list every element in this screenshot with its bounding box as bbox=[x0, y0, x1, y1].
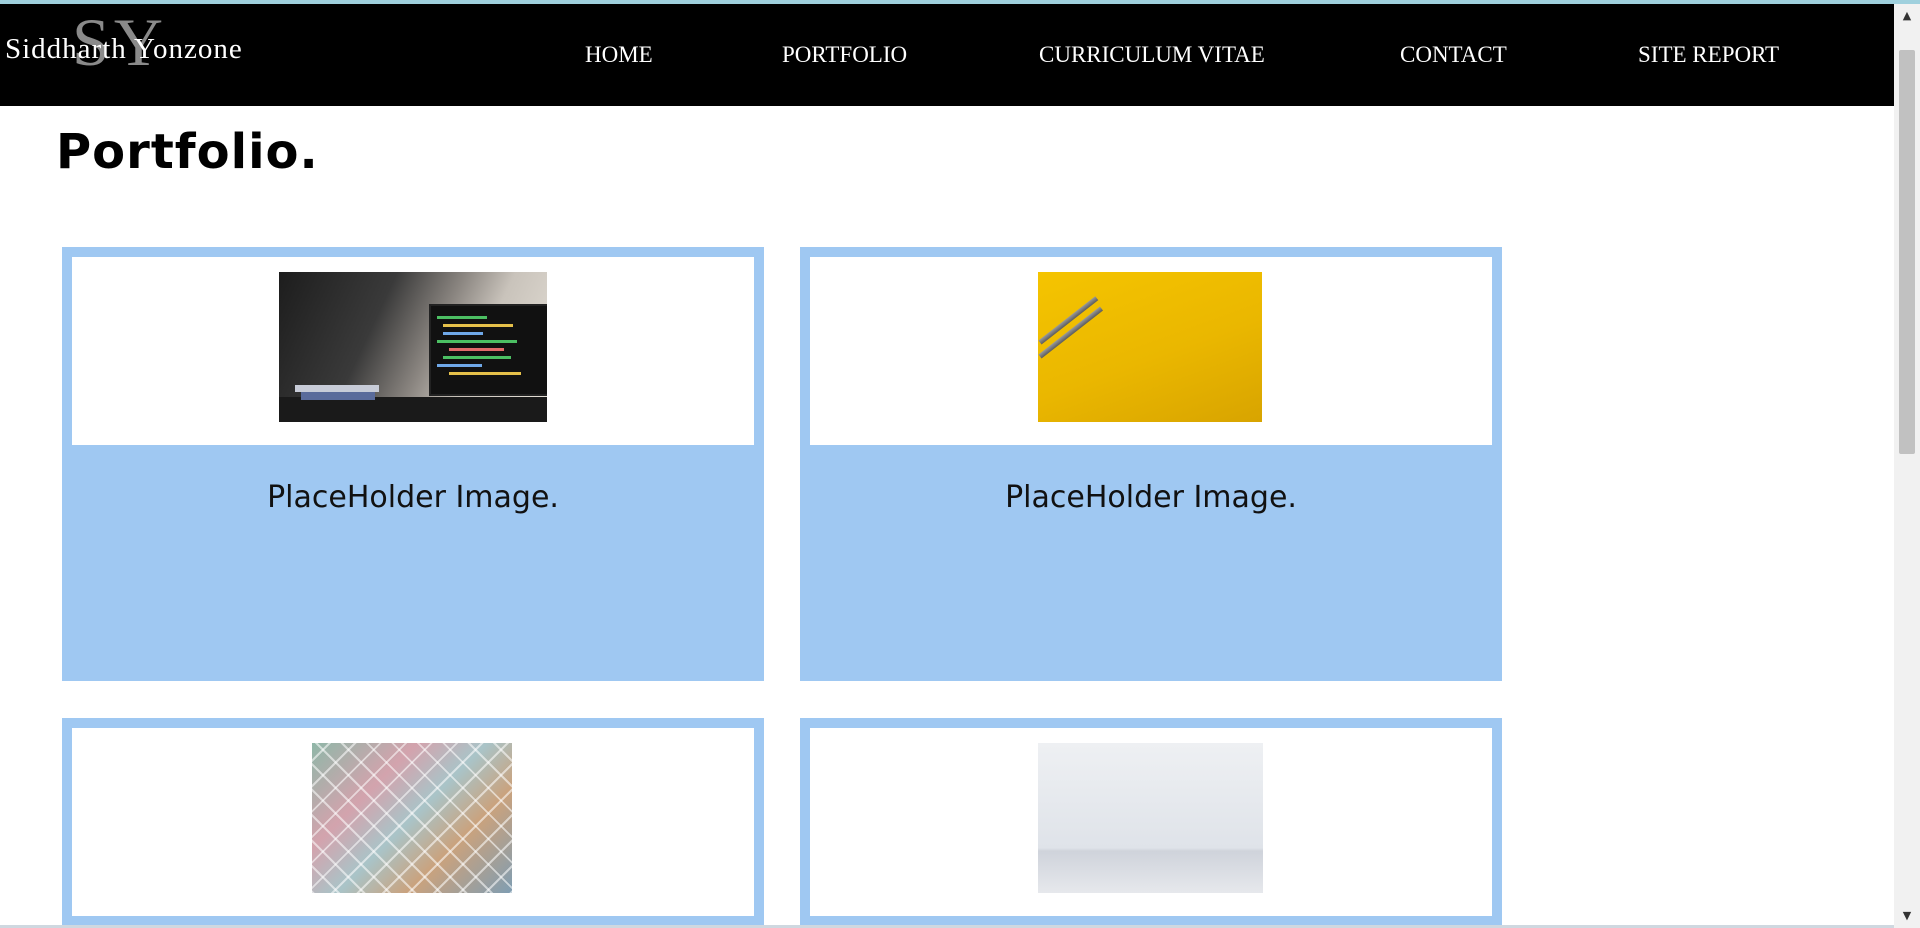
paper-image bbox=[1038, 743, 1263, 893]
vertical-scrollbar[interactable]: ▲ ▼ bbox=[1894, 4, 1920, 928]
desk-shape bbox=[279, 397, 547, 422]
portfolio-card[interactable] bbox=[800, 718, 1502, 928]
laptop-screen bbox=[429, 304, 547, 396]
book-shape bbox=[295, 385, 379, 392]
code-line bbox=[437, 364, 482, 367]
card-image-area bbox=[72, 257, 754, 445]
scrollbar-thumb[interactable] bbox=[1899, 50, 1915, 454]
card-caption: PlaceHolder Image. bbox=[267, 480, 559, 515]
site-logo[interactable]: SY Siddharth Yonzone bbox=[0, 4, 290, 104]
nav-curriculum-vitae[interactable]: CURRICULUM VITAE bbox=[1039, 42, 1265, 68]
card-image-area bbox=[810, 257, 1492, 445]
pencils-image bbox=[1038, 272, 1262, 422]
laptop-code-image bbox=[279, 272, 547, 422]
card-image-area bbox=[72, 728, 754, 916]
code-line bbox=[437, 340, 517, 343]
page-title: Portfolio. bbox=[56, 124, 319, 180]
portfolio-card[interactable]: PlaceHolder Image. bbox=[800, 247, 1502, 681]
top-navbar: SY Siddharth Yonzone HOME PORTFOLIO CURR… bbox=[0, 4, 1894, 106]
scroll-down-arrow-icon[interactable]: ▼ bbox=[1894, 904, 1920, 928]
code-line bbox=[443, 332, 483, 335]
book-shape bbox=[301, 392, 375, 400]
card-image-area bbox=[810, 728, 1492, 916]
tiles-image bbox=[312, 743, 512, 893]
logo-name: Siddharth Yonzone bbox=[5, 33, 243, 65]
code-line bbox=[437, 316, 487, 319]
card-caption: PlaceHolder Image. bbox=[1005, 480, 1297, 515]
code-line bbox=[449, 372, 521, 375]
nav-contact[interactable]: CONTACT bbox=[1400, 42, 1507, 68]
scroll-up-arrow-icon[interactable]: ▲ bbox=[1894, 4, 1920, 28]
code-line bbox=[443, 356, 511, 359]
nav-portfolio[interactable]: PORTFOLIO bbox=[782, 42, 907, 68]
nav-home[interactable]: HOME bbox=[585, 42, 653, 68]
nav-site-report[interactable]: SITE REPORT bbox=[1638, 42, 1779, 68]
portfolio-card[interactable] bbox=[62, 718, 764, 928]
code-line bbox=[449, 348, 504, 351]
portfolio-card[interactable]: PlaceHolder Image. bbox=[62, 247, 764, 681]
code-line bbox=[443, 324, 513, 327]
